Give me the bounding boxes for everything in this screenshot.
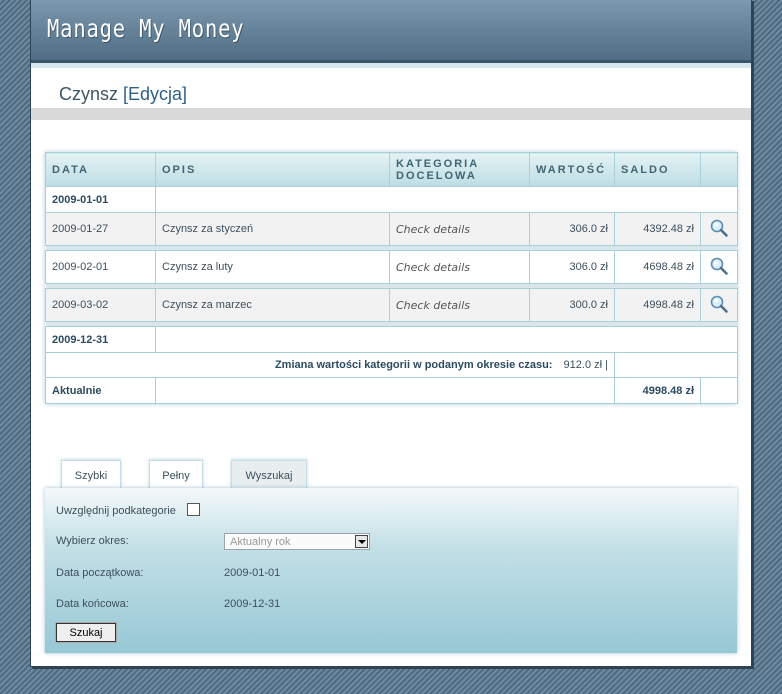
ledger-table-container: DATA OPIS KATEGORIA DOCELOWA WARTOŚĆ SAL…: [45, 152, 738, 404]
tab-quick[interactable]: Szybki: [61, 460, 121, 491]
row-date: 2009-01-27: [45, 212, 156, 246]
row-balance: 4698.48 zł: [614, 250, 701, 284]
column-header-value: WARTOŚĆ: [529, 152, 615, 187]
row-description: Czynsz za marzec: [155, 288, 390, 322]
summary-filler: [614, 352, 738, 378]
row-details-cell: [700, 288, 738, 322]
start-date-label: Data początkowa:: [56, 567, 144, 579]
row-value: 300.0 zł: [529, 288, 615, 322]
column-header-date: DATA: [45, 152, 156, 187]
row-date: 2009-02-01: [45, 250, 156, 284]
tab-search[interactable]: Wyszukaj: [231, 460, 307, 491]
row-value: 306.0 zł: [529, 212, 615, 246]
ledger-table: DATA OPIS KATEGORIA DOCELOWA WARTOŚĆ SAL…: [45, 152, 738, 404]
table-row: 2009-01-27 Czynsz za styczeń Check detai…: [45, 212, 738, 246]
end-date-label: Data końcowa:: [56, 598, 129, 610]
table-row: 2009-02-01 Czynsz za luty Check details …: [45, 250, 738, 284]
current-balance-row: Aktualnie 4998.48 zł: [45, 377, 738, 404]
row-description: Czynsz za styczeń: [155, 212, 390, 246]
row-category: Check details: [389, 212, 530, 246]
row-balance: 4998.48 zł: [614, 288, 701, 322]
summary-cell: Zmiana wartości kategorii w podanym okre…: [45, 352, 615, 378]
row-value: 306.0 zł: [529, 250, 615, 284]
app-header: Manage My Money: [31, 0, 751, 63]
magnifier-icon[interactable]: [709, 294, 729, 314]
current-balance-value: 4998.48 zł: [614, 377, 701, 404]
app-logo[interactable]: Manage My Money: [47, 14, 244, 43]
summary-row: Zmiana wartości kategorii w podanym okre…: [45, 352, 738, 378]
period-end-date: 2009-12-31: [45, 326, 156, 353]
period-label: Wybierz okres:: [56, 535, 129, 547]
page-title-main: Czynsz: [59, 84, 124, 104]
search-button[interactable]: Szukaj: [55, 622, 117, 643]
row-category: Check details: [389, 250, 530, 284]
row-balance: 4392.48 zł: [614, 212, 701, 246]
row-description: Czynsz za luty: [155, 250, 390, 284]
start-date-value: 2009-01-01: [224, 567, 281, 579]
period-end-row: 2009-12-31: [45, 326, 738, 353]
magnifier-icon[interactable]: [709, 218, 729, 238]
row-details-cell: [700, 250, 738, 284]
row-category: Check details: [389, 288, 530, 322]
row-date: 2009-03-02: [45, 288, 156, 322]
change-value: 912.0 zł |: [563, 359, 608, 371]
period-end-filler: [155, 326, 738, 353]
period-select-value: Aktualny rok: [230, 536, 291, 548]
column-header-description: OPIS: [155, 152, 390, 187]
end-date-value: 2009-12-31: [224, 598, 281, 610]
period-select[interactable]: Aktualny rok: [224, 533, 370, 550]
period-start-filler: [155, 186, 738, 213]
column-header-actions: [700, 152, 738, 187]
filter-panel: Uwzględnij podkategorie Wybierz okres: A…: [45, 488, 737, 653]
period-start-date: 2009-01-01: [45, 186, 156, 213]
subcategories-label: Uwzględnij podkategorie: [56, 505, 176, 517]
table-header-row: DATA OPIS KATEGORIA DOCELOWA WARTOŚĆ SAL…: [45, 152, 738, 187]
period-start-row: 2009-01-01: [45, 186, 738, 213]
page-title: Czynsz [Edycja]: [59, 84, 187, 105]
chevron-down-icon[interactable]: [355, 535, 368, 548]
page-container: Manage My Money Czynsz [Edycja] DATA OPI…: [31, 0, 751, 666]
change-label: Zmiana wartości kategorii w podanym okre…: [274, 359, 553, 371]
subcategories-checkbox[interactable]: [187, 503, 200, 516]
heading-divider: [31, 108, 751, 120]
magnifier-icon[interactable]: [709, 256, 729, 276]
column-header-target-category: KATEGORIA DOCELOWA: [389, 152, 530, 187]
current-filler: [155, 377, 615, 404]
current-label: Aktualnie: [45, 377, 156, 404]
current-filler-end: [700, 377, 738, 404]
page-title-mode: [Edycja]: [123, 84, 188, 104]
header-stripe: [31, 63, 751, 68]
table-row: 2009-03-02 Czynsz za marzec Check detail…: [45, 288, 738, 322]
tab-full[interactable]: Pełny: [149, 460, 203, 491]
row-details-cell: [700, 212, 738, 246]
column-header-balance: SALDO: [614, 152, 701, 187]
